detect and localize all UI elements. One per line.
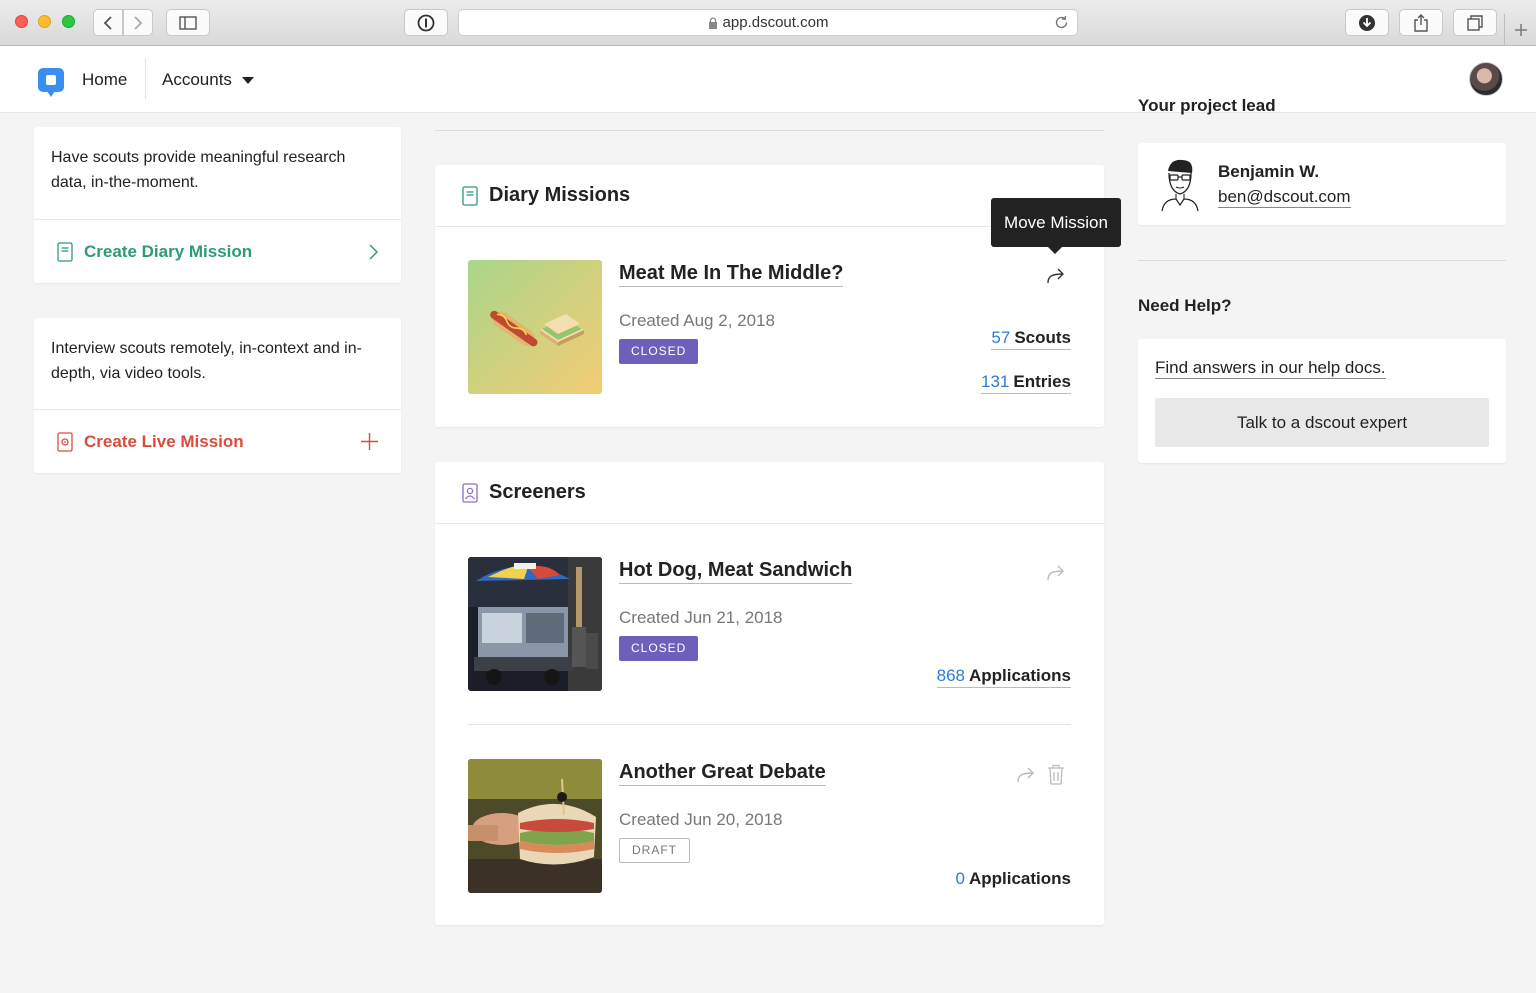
tabs-icon [1467,14,1483,31]
plus-icon [1514,24,1527,36]
chevron-right-icon [369,243,378,260]
screeners-header: Screeners [435,462,1104,524]
new-tab-button[interactable] [1504,14,1536,46]
move-arrow-icon [1047,268,1064,284]
screener-item[interactable]: Another Great Debate Created Jun 20, 201… [468,759,1071,893]
screeners-title: Screeners [489,481,586,503]
status-badge: DRAFT [619,838,690,863]
applications-count-link[interactable]: 0 Applications [956,869,1071,890]
project-lead-email-link[interactable]: ben@dscout.com [1218,187,1351,208]
password-icon [417,14,435,31]
diary-missions-title: Diary Missions [489,184,631,206]
screener-thumbnail-image [468,557,602,691]
help-card: Find answers in our help docs. Talk to a… [1138,339,1506,463]
applications-count: 0 [955,869,965,888]
reload-icon[interactable] [1054,15,1069,30]
move-screener-button[interactable] [1016,767,1036,783]
screener-title[interactable]: Another Great Debate [619,761,826,786]
help-docs-link[interactable]: Find answers in our help docs. [1155,358,1386,379]
entries-label: Entries [1013,372,1071,391]
share-button[interactable] [1399,9,1443,36]
nav-accounts-dropdown[interactable]: Accounts [162,70,254,90]
live-mission-card: Interview scouts remotely, in-context an… [34,318,401,473]
applications-count: 868 [936,666,965,685]
close-window-button[interactable] [15,15,28,28]
nav-divider [145,58,146,99]
scouts-count: 57 [991,328,1011,347]
move-arrow-icon [1017,767,1034,783]
downloads-button[interactable] [1345,9,1389,36]
screener-item[interactable]: Hot Dog, Meat Sandwich Created Jun 21, 2… [468,557,1071,691]
password-manager-button[interactable] [404,9,448,36]
plus-icon [361,433,378,450]
need-help-heading: Need Help? [1138,296,1232,315]
move-screener-button[interactable] [1046,565,1066,581]
lock-icon [708,16,717,29]
delete-screener-button[interactable] [1046,763,1066,785]
screener-title[interactable]: Hot Dog, Meat Sandwich [619,559,853,584]
dscout-logo-icon[interactable] [38,68,64,97]
address-bar[interactable]: app.dscout.com [458,9,1078,36]
project-lead-card: Benjamin W. ben@dscout.com [1138,143,1506,225]
nav-accounts-label: Accounts [162,70,232,89]
move-arrow-icon [1047,565,1064,581]
status-badge: CLOSED [619,636,699,661]
trash-icon [1048,764,1064,785]
url-text: app.dscout.com [722,14,829,31]
project-lead-heading: Your project lead [1138,96,1276,115]
entries-count-link[interactable]: 131 Entries [980,372,1071,394]
create-live-mission-button[interactable]: Create Live Mission [34,410,401,473]
minimize-window-button[interactable] [38,15,51,28]
move-mission-button[interactable] [1046,268,1066,284]
live-mission-description: Interview scouts remotely, in-context an… [34,318,401,410]
diary-mission-description: Have scouts provide meaningful research … [34,127,401,220]
diary-mission-card: Have scouts provide meaningful research … [34,127,401,283]
chevron-right-icon [134,15,143,30]
chevron-left-icon [103,15,112,30]
create-diary-mission-button[interactable]: Create Diary Mission [34,220,401,283]
screeners-section: Screeners Hot Dog, Meat Sandwich Created… [435,462,1104,925]
status-badge: CLOSED [619,339,699,364]
mission-created-date: Created Aug 2, 2018 [619,311,775,330]
diary-icon [57,241,73,262]
app-header: Home Accounts [0,46,1536,113]
sidebar-icon [179,15,197,30]
tabs-overview-button[interactable] [1453,9,1497,36]
zoom-window-button[interactable] [62,15,75,28]
screener-thumbnail-image [468,759,602,893]
mission-title[interactable]: Meat Me In The Middle? [619,262,844,287]
talk-to-expert-button[interactable]: Talk to a dscout expert [1155,398,1489,447]
section-divider [435,130,1104,131]
applications-count-link[interactable]: 868 Applications [936,666,1071,688]
project-lead-name: Benjamin W. [1218,162,1320,181]
sidebar-toggle-button[interactable] [166,9,210,36]
item-divider [468,724,1071,725]
download-icon [1359,14,1375,31]
live-icon [57,431,73,452]
caret-down-icon [241,76,254,84]
move-mission-tooltip: Move Mission [991,198,1121,254]
entries-count: 131 [980,372,1010,391]
mission-item[interactable]: Meat Me In The Middle? Created Aug 2, 20… [468,260,1071,394]
mission-thumbnail-image [468,260,602,394]
screener-created-date: Created Jun 20, 2018 [619,810,783,829]
browser-toolbar: app.dscout.com [0,0,1536,46]
nav-home-link[interactable]: Home [82,70,127,90]
screener-created-date: Created Jun 21, 2018 [619,608,783,627]
applications-label: Applications [968,869,1071,888]
diary-icon [462,185,478,206]
share-icon [1414,13,1428,32]
back-button[interactable] [93,9,123,36]
section-divider [1138,260,1506,261]
screener-icon [462,482,478,503]
scouts-count-link[interactable]: 57 Scouts [991,328,1071,350]
forward-button[interactable] [123,9,153,36]
applications-label: Applications [968,666,1071,685]
project-lead-portrait [1161,159,1199,211]
scouts-label: Scouts [1014,328,1071,347]
create-live-mission-label: Create Live Mission [84,431,244,451]
user-avatar[interactable] [1469,62,1503,96]
create-diary-mission-label: Create Diary Mission [84,241,253,261]
